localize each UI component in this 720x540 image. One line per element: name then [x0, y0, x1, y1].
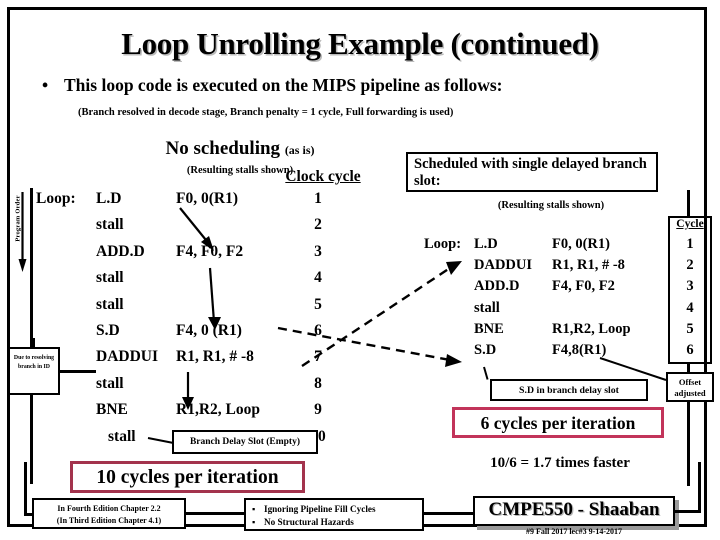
assumption-item-2: ▪ No Structural Hazards — [252, 516, 422, 529]
branch-delay-slot-note: Branch Delay Slot (Empty) — [172, 430, 318, 454]
row-op: stall — [96, 295, 124, 313]
row-label: Loop: — [36, 190, 76, 207]
scheduled-table: Loop: L.D F0, 0(R1) 1 DADDUI R1, R1, # -… — [424, 236, 714, 363]
left-heading-suffix: (as is) — [284, 143, 315, 157]
row-cycle: 1 — [686, 236, 694, 252]
due-to-resolving-branch-note: Due to resolving branch in ID — [8, 347, 60, 395]
row-op: stall — [96, 216, 124, 234]
assumption-item-1: ▪ Ignoring Pipeline Fill Cycles — [252, 503, 422, 516]
slide-credits: #9 Fall 2017 lec#3 9-14-2017 — [526, 527, 622, 536]
right-result-box: 6 cycles per iteration — [452, 407, 664, 438]
row-op: stall — [474, 299, 500, 316]
row-op: S.D — [474, 341, 497, 358]
row-cycle: 4 — [686, 299, 694, 316]
left-heading: No scheduling (as is) — [100, 138, 380, 160]
row-op: S.D — [96, 321, 120, 339]
edition-reference-box: In Fourth Edition Chapter 2.2 (In Third … — [32, 498, 186, 529]
speedup-text: 10/6 = 1.7 times faster — [490, 455, 630, 471]
row-cycle: 9 — [314, 401, 322, 419]
row-op: DADDUI — [96, 348, 158, 366]
row-op: BNE — [474, 320, 504, 337]
page-title: Loop Unrolling Example (continued) — [121, 26, 599, 61]
bullet-marker: ▪ — [252, 517, 256, 527]
row-cycle: 1 — [314, 190, 322, 207]
footer-connector-3 — [424, 512, 476, 515]
intro-bullet-text: This loop code is executed on the MIPS p… — [64, 75, 503, 95]
row-args: R1,R2, Loop — [552, 320, 631, 337]
bullet-marker: ▪ — [252, 504, 256, 514]
row-op: ADD.D — [96, 242, 145, 260]
row-args: F4,8(R1) — [552, 341, 607, 358]
row-args: R1, R1, # -8 — [552, 257, 625, 274]
course-title-box: CMPE550 - Shaaban — [473, 496, 675, 526]
row-cycle: 2 — [686, 257, 694, 274]
right-resulting-stalls-note: (Resulting stalls shown) — [497, 200, 605, 211]
offset-connector-line — [599, 357, 667, 381]
row-op: L.D — [96, 190, 122, 207]
offset-adjusted-note: Offset adjusted — [666, 372, 714, 402]
left-dependency-arrow-2 — [182, 372, 194, 410]
table-row: S.D F4,8(R1) 6 — [424, 342, 714, 363]
intro-subnote: (Branch resolved in decode stage, Branch… — [78, 107, 454, 118]
program-order-arrow-icon — [18, 192, 27, 272]
footer-left-vertical-rule — [24, 462, 27, 516]
row-args: F0, 0(R1) — [552, 236, 610, 252]
table-row: stall 4 — [424, 300, 714, 321]
row-cycle: 5 — [686, 320, 694, 337]
assumptions-box: ▪ Ignoring Pipeline Fill Cycles ▪ No Struc… — [244, 498, 424, 531]
row-op: L.D — [474, 236, 498, 252]
row-args: F4, F0, F2 — [552, 278, 615, 295]
row-label: Loop: — [424, 236, 462, 252]
bullet-marker: • — [42, 75, 49, 95]
row-op: DADDUI — [474, 257, 532, 274]
table-row: ADD.D F4, F0, F2 3 — [424, 278, 714, 299]
left-heading-main: No scheduling — [165, 138, 281, 159]
cycle-column-stem-top — [687, 190, 690, 218]
assumption-text-1: Ignoring Pipeline Fill Cycles — [264, 504, 376, 514]
intro-bullet: • This loop code is executed on the MIPS … — [42, 75, 702, 96]
table-row: Loop: L.D F0, 0(R1) 1 — [424, 236, 714, 257]
footer-connector-2 — [186, 512, 248, 515]
right-heading-box: Scheduled with single delayed branch slo… — [406, 152, 658, 192]
edition-line-2: (In Third Edition Chapter 4.1) — [56, 516, 162, 525]
program-order-divider — [30, 188, 33, 484]
left-clock-cycle-header: Clock cycle — [285, 168, 361, 185]
left-result-box: 10 cycles per iteration — [70, 461, 305, 493]
row-op: stall — [96, 374, 124, 392]
footer-right-vertical-rule — [698, 462, 701, 512]
row-cycle: 6 — [686, 341, 694, 358]
right-cycle-header: Cycle — [676, 218, 704, 230]
slide-canvas: Loop Unrolling Example (continued) • This… — [0, 0, 720, 540]
row-op: stall — [96, 269, 124, 287]
row-op: BNE — [96, 401, 128, 419]
row-op: ADD.D — [474, 278, 520, 295]
due-to-note-connector — [60, 370, 96, 373]
assumption-text-2: No Structural Hazards — [264, 517, 354, 527]
edition-line-1: In Fourth Edition Chapter 2.2 — [57, 504, 161, 513]
row-cycle: 3 — [686, 278, 694, 295]
table-row: BNE R1,R2, Loop 5 — [424, 321, 714, 342]
table-row: DADDUI R1, R1, # -8 2 — [424, 257, 714, 278]
row-cycle: 2 — [314, 216, 322, 234]
